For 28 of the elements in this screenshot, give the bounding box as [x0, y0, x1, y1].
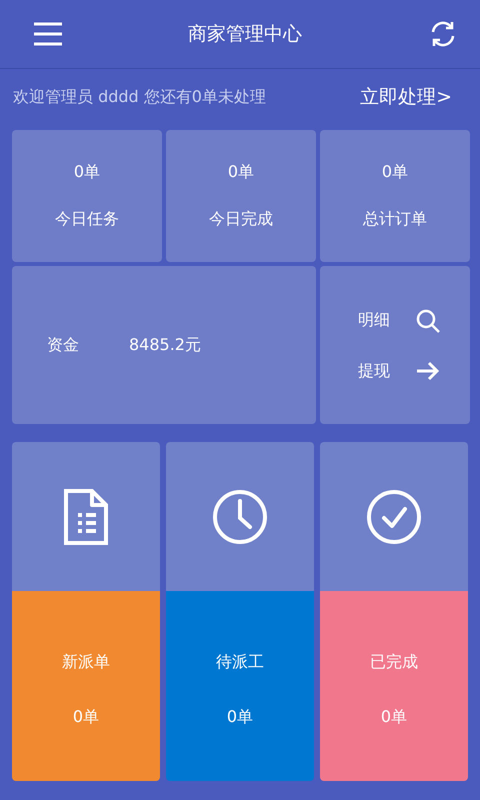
order-tile[interactable]: 新派单 0单: [12, 442, 160, 781]
stat-label: 总计订单: [363, 209, 427, 230]
stat-value: 0单: [74, 162, 100, 183]
funds-action-link[interactable]: 提现: [358, 360, 440, 382]
welcome-text: 欢迎管理员 dddd 您还有0单未处理: [13, 86, 266, 108]
clock-icon: [212, 488, 268, 544]
arrow-right-icon: [416, 361, 440, 381]
funds-action-link[interactable]: 明细: [358, 308, 440, 332]
stat-value: 0单: [228, 162, 254, 183]
tile-label: 新派单: [62, 652, 110, 673]
funds-amount: 8485.2元: [129, 334, 201, 356]
process-now-link[interactable]: 立即处理>: [360, 84, 452, 110]
order-tile[interactable]: 已完成 0单: [320, 442, 468, 781]
tile-count: 0单: [72, 707, 100, 728]
funds-label: 资金: [47, 334, 79, 356]
search-icon: [416, 308, 440, 332]
order-tile[interactable]: 待派工 0单: [166, 442, 314, 781]
menu-button[interactable]: [34, 22, 62, 46]
tile-count: 0单: [380, 707, 408, 728]
stat-label: 今日完成: [209, 209, 273, 230]
stat-value: 0单: [382, 162, 408, 183]
tile-label: 已完成: [370, 652, 418, 673]
stat-label: 今日任务: [55, 209, 119, 230]
tile-label: 待派工: [216, 652, 264, 673]
check-circle-icon: [366, 488, 422, 544]
tile-count: 0单: [226, 707, 254, 728]
page-title: 商家管理中心: [188, 22, 302, 47]
document-icon: [64, 488, 108, 544]
